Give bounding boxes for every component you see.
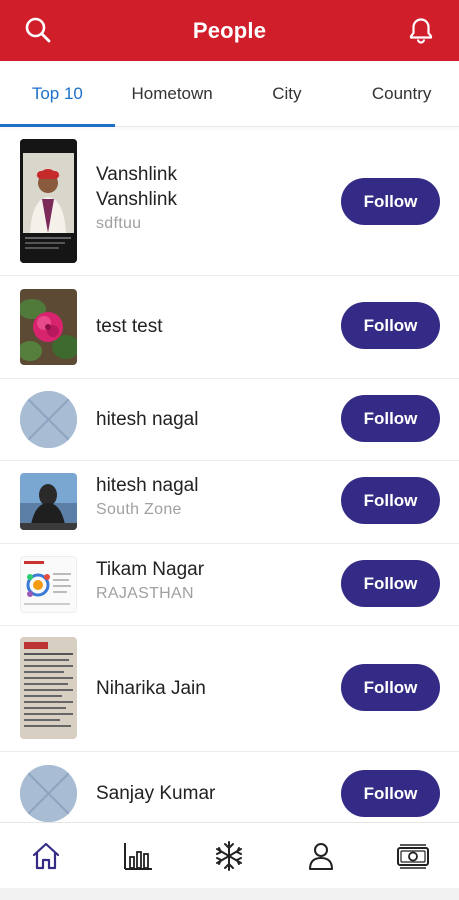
placeholder-avatar-icon [20,765,77,822]
app-header: People [0,0,459,61]
follow-button[interactable]: Follow [341,477,440,524]
person-name: Tikam Nagar [96,559,205,580]
avatar[interactable] [20,765,77,822]
bar-chart-icon [123,842,152,870]
avatar[interactable] [20,391,77,448]
nav-home[interactable] [0,823,92,888]
tab-city[interactable]: City [230,61,345,126]
person-location: sdftuu [96,215,142,232]
tab-hometown[interactable]: Hometown [115,61,230,126]
notifications-button[interactable] [401,10,441,50]
person-info: Tikam Nagar RAJASTHAN [96,557,204,606]
nav-profile[interactable] [275,823,367,888]
list-item[interactable]: Sanjay Kumar Follow [0,752,459,822]
list-item[interactable]: hitesh nagal South Zone Follow [0,461,459,544]
system-bar [0,888,459,900]
person-info: Sanjay Kumar [96,781,215,806]
bell-icon [409,18,433,44]
nav-wallet[interactable] [367,823,459,888]
nav-stats[interactable] [92,823,184,888]
page-title: People [192,17,267,43]
user-icon [309,842,334,870]
bottom-navigation [0,822,459,888]
placeholder-avatar-icon [20,391,77,448]
person-info: Vanshlink Vanshlink sdftuu [96,162,206,236]
follow-button[interactable]: Follow [341,178,440,225]
list-item[interactable]: test test Follow [0,276,459,379]
tab-bar: Top 10 Hometown City Country [0,61,459,127]
follow-button[interactable]: Follow [341,664,440,711]
follow-button[interactable]: Follow [341,770,440,817]
avatar[interactable] [20,637,77,739]
follow-button[interactable]: Follow [341,302,440,349]
photo-statue [20,473,77,530]
person-info: hitesh nagal [96,407,198,432]
money-icon [397,843,430,869]
person-info: Niharika Jain [96,676,206,701]
photo-newspaper [20,637,77,739]
tab-country[interactable]: Country [344,61,459,126]
avatar[interactable] [20,473,77,530]
list-item[interactable]: Niharika Jain Follow [0,626,459,752]
list-item[interactable]: hitesh nagal Follow [0,379,459,461]
snowflake-icon [216,840,243,871]
follow-button[interactable]: Follow [341,395,440,442]
home-icon [32,842,59,869]
people-list[interactable]: Vanshlink Vanshlink sdftuu Follow test t… [0,127,459,822]
person-location: RAJASTHAN [96,585,194,602]
tab-top-10[interactable]: Top 10 [0,61,115,127]
search-button[interactable] [18,10,58,50]
avatar[interactable] [20,289,77,365]
person-name: hitesh nagal [96,409,199,430]
person-name: Vanshlink Vanshlink [96,164,177,210]
follow-button[interactable]: Follow [341,560,440,607]
person-name: Sanjay Kumar [96,783,216,804]
avatar[interactable] [20,556,77,613]
photo-pink-flower [20,289,77,365]
search-icon [25,17,51,43]
person-location: South Zone [96,501,182,518]
avatar[interactable] [20,139,77,263]
list-item[interactable]: Vanshlink Vanshlink sdftuu Follow [0,127,459,276]
photo-document [21,557,76,612]
photo-man-turban [20,139,77,263]
list-item[interactable]: Tikam Nagar RAJASTHAN Follow [0,544,459,626]
person-info: test test [96,314,163,339]
person-name: Niharika Jain [96,678,206,699]
person-name: test test [96,316,163,337]
person-name: hitesh nagal [96,475,199,496]
nav-explore[interactable] [184,823,276,888]
person-info: hitesh nagal South Zone [96,473,198,522]
